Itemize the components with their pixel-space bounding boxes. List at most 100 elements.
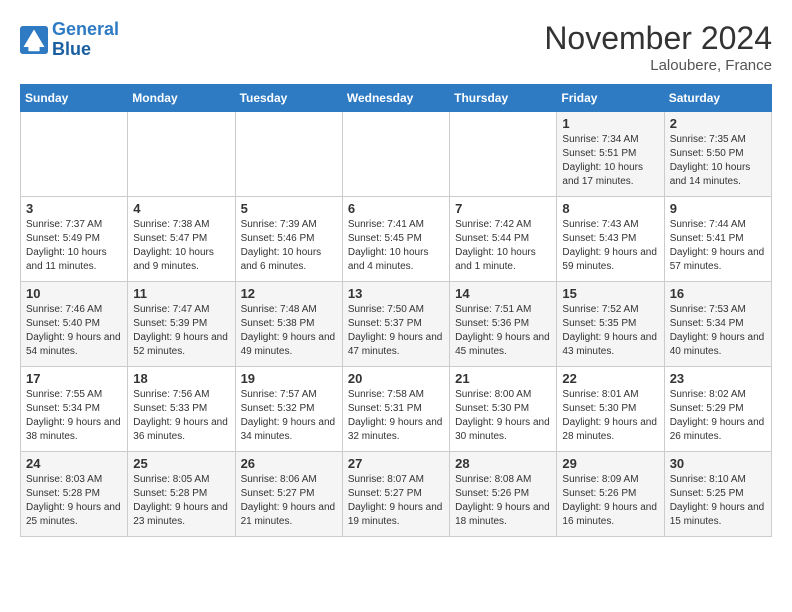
day-info: Sunrise: 7:52 AM Sunset: 5:35 PM Dayligh… [562,303,658,359]
day-number: 12 [241,286,337,301]
calendar-day-cell: 20Sunrise: 7:58 AM Sunset: 5:31 PM Dayli… [342,367,449,452]
day-number: 26 [241,456,337,471]
day-number: 7 [455,201,551,216]
page-header: General Blue November 2024 Laloubere, Fr… [20,20,772,74]
day-info: Sunrise: 7:44 AM Sunset: 5:41 PM Dayligh… [670,218,766,274]
logo-text: General Blue [52,20,119,60]
day-info: Sunrise: 7:41 AM Sunset: 5:45 PM Dayligh… [348,218,444,274]
day-number: 27 [348,456,444,471]
calendar-week-row: 17 Sunrise: 7:55 AM Sunset: 5:34 PM Dayli… [21,367,772,452]
calendar-day-cell: 24 Sunrise: 8:03 AM Sunset: 5:28 PM Dayli… [21,452,128,537]
day-info: Sunrise: 7:57 AM Sunset: 5:32 PM Dayligh… [241,388,337,444]
calendar-day-cell: 17 Sunrise: 7:55 AM Sunset: 5:34 PM Dayli… [21,367,128,452]
calendar-day-cell: 27 Sunrise: 8:07 AM Sunset: 5:27 PM Dayli… [342,452,449,537]
day-number: 10 [26,286,122,301]
day-of-week-header: Tuesday [235,85,342,112]
calendar-day-cell: 28 Sunrise: 8:08 AM Sunset: 5:26 PM Dayli… [450,452,557,537]
day-info: Sunrise: 7:34 AM Sunset: 5:51 PM Dayligh… [562,133,658,189]
day-of-week-header: Sunday [21,85,128,112]
logo-icon [20,26,48,54]
calendar-day-cell: 11 Sunrise: 7:47 AM Sunset: 5:39 PM Dayli… [128,282,235,367]
day-number: 25 [133,456,229,471]
month-title: November 2024 [544,20,772,57]
day-number: 21 [455,371,551,386]
day-info: Sunrise: 7:46 AM Sunset: 5:40 PM Dayligh… [26,303,122,359]
day-number: 28 [455,456,551,471]
calendar-body: 1 Sunrise: 7:34 AM Sunset: 5:51 PM Daylig… [21,112,772,537]
day-number: 20 [348,371,444,386]
day-info: Sunrise: 7:51 AM Sunset: 5:36 PM Dayligh… [455,303,551,359]
day-info: Sunrise: 7:56 AM Sunset: 5:33 PM Dayligh… [133,388,229,444]
calendar-table: SundayMondayTuesdayWednesdayThursdayFrid… [20,84,772,537]
day-number: 9 [670,201,766,216]
day-info: Sunrise: 7:53 AM Sunset: 5:34 PM Dayligh… [670,303,766,359]
day-info: Sunrise: 8:09 AM Sunset: 5:26 PM Dayligh… [562,473,658,529]
calendar-day-cell: 8 Sunrise: 7:43 AM Sunset: 5:43 PM Daylig… [557,197,664,282]
calendar-day-cell: 15 Sunrise: 7:52 AM Sunset: 5:35 PM Dayli… [557,282,664,367]
day-number: 6 [348,201,444,216]
calendar-day-cell: 3 Sunrise: 7:37 AM Sunset: 5:49 PM Daylig… [21,197,128,282]
calendar-day-cell: 16 Sunrise: 7:53 AM Sunset: 5:34 PM Dayli… [664,282,771,367]
calendar-day-cell: 18Sunrise: 7:56 AM Sunset: 5:33 PM Dayli… [128,367,235,452]
calendar-day-cell: 9 Sunrise: 7:44 AM Sunset: 5:41 PM Daylig… [664,197,771,282]
day-info: Sunrise: 7:48 AM Sunset: 5:38 PM Dayligh… [241,303,337,359]
calendar-header-row: SundayMondayTuesdayWednesdayThursdayFrid… [21,85,772,112]
day-info: Sunrise: 7:37 AM Sunset: 5:49 PM Dayligh… [26,218,122,274]
day-number: 3 [26,201,122,216]
day-number: 24 [26,456,122,471]
calendar-day-cell: 26Sunrise: 8:06 AM Sunset: 5:27 PM Dayli… [235,452,342,537]
day-number: 15 [562,286,658,301]
calendar-day-cell: 14 Sunrise: 7:51 AM Sunset: 5:36 PM Dayli… [450,282,557,367]
day-number: 30 [670,456,766,471]
calendar-day-cell: 22 Sunrise: 8:01 AM Sunset: 5:30 PM Dayli… [557,367,664,452]
calendar-day-cell: 29 Sunrise: 8:09 AM Sunset: 5:26 PM Dayli… [557,452,664,537]
calendar-day-cell: 2Sunrise: 7:35 AM Sunset: 5:50 PM Daylig… [664,112,771,197]
day-number: 17 [26,371,122,386]
calendar-day-cell [128,112,235,197]
day-of-week-header: Monday [128,85,235,112]
calendar-day-cell: 19Sunrise: 7:57 AM Sunset: 5:32 PM Dayli… [235,367,342,452]
calendar-day-cell [342,112,449,197]
day-info: Sunrise: 8:00 AM Sunset: 5:30 PM Dayligh… [455,388,551,444]
day-info: Sunrise: 7:42 AM Sunset: 5:44 PM Dayligh… [455,218,551,274]
day-info: Sunrise: 8:07 AM Sunset: 5:27 PM Dayligh… [348,473,444,529]
day-info: Sunrise: 7:55 AM Sunset: 5:34 PM Dayligh… [26,388,122,444]
calendar-day-cell: 12 Sunrise: 7:48 AM Sunset: 5:38 PM Dayli… [235,282,342,367]
calendar-day-cell [235,112,342,197]
day-info: Sunrise: 8:05 AM Sunset: 5:28 PM Dayligh… [133,473,229,529]
day-of-week-header: Thursday [450,85,557,112]
title-block: November 2024 Laloubere, France [544,20,772,74]
calendar-week-row: 10 Sunrise: 7:46 AM Sunset: 5:40 PM Dayli… [21,282,772,367]
calendar-day-cell: 13 Sunrise: 7:50 AM Sunset: 5:37 PM Dayli… [342,282,449,367]
day-number: 1 [562,116,658,131]
day-number: 8 [562,201,658,216]
calendar-day-cell [450,112,557,197]
calendar-day-cell: 6 Sunrise: 7:41 AM Sunset: 5:45 PM Daylig… [342,197,449,282]
day-info: Sunrise: 7:47 AM Sunset: 5:39 PM Dayligh… [133,303,229,359]
calendar-day-cell: 4 Sunrise: 7:38 AM Sunset: 5:47 PM Daylig… [128,197,235,282]
day-number: 23 [670,371,766,386]
day-number: 29 [562,456,658,471]
calendar-day-cell: 5Sunrise: 7:39 AM Sunset: 5:46 PM Daylig… [235,197,342,282]
day-number: 11 [133,286,229,301]
day-of-week-header: Saturday [664,85,771,112]
logo: General Blue [20,20,119,60]
day-number: 16 [670,286,766,301]
calendar-day-cell: 21 Sunrise: 8:00 AM Sunset: 5:30 PM Dayli… [450,367,557,452]
day-number: 2 [670,116,766,131]
day-info: Sunrise: 7:38 AM Sunset: 5:47 PM Dayligh… [133,218,229,274]
calendar-day-cell: 1 Sunrise: 7:34 AM Sunset: 5:51 PM Daylig… [557,112,664,197]
day-number: 14 [455,286,551,301]
day-info: Sunrise: 7:50 AM Sunset: 5:37 PM Dayligh… [348,303,444,359]
day-info: Sunrise: 8:03 AM Sunset: 5:28 PM Dayligh… [26,473,122,529]
day-info: Sunrise: 7:39 AM Sunset: 5:46 PM Dayligh… [241,218,337,274]
calendar-day-cell: 10 Sunrise: 7:46 AM Sunset: 5:40 PM Dayli… [21,282,128,367]
day-number: 13 [348,286,444,301]
calendar-day-cell: 7 Sunrise: 7:42 AM Sunset: 5:44 PM Daylig… [450,197,557,282]
calendar-week-row: 24 Sunrise: 8:03 AM Sunset: 5:28 PM Dayli… [21,452,772,537]
day-info: Sunrise: 8:01 AM Sunset: 5:30 PM Dayligh… [562,388,658,444]
day-number: 4 [133,201,229,216]
day-number: 22 [562,371,658,386]
day-info: Sunrise: 8:08 AM Sunset: 5:26 PM Dayligh… [455,473,551,529]
day-info: Sunrise: 7:43 AM Sunset: 5:43 PM Dayligh… [562,218,658,274]
